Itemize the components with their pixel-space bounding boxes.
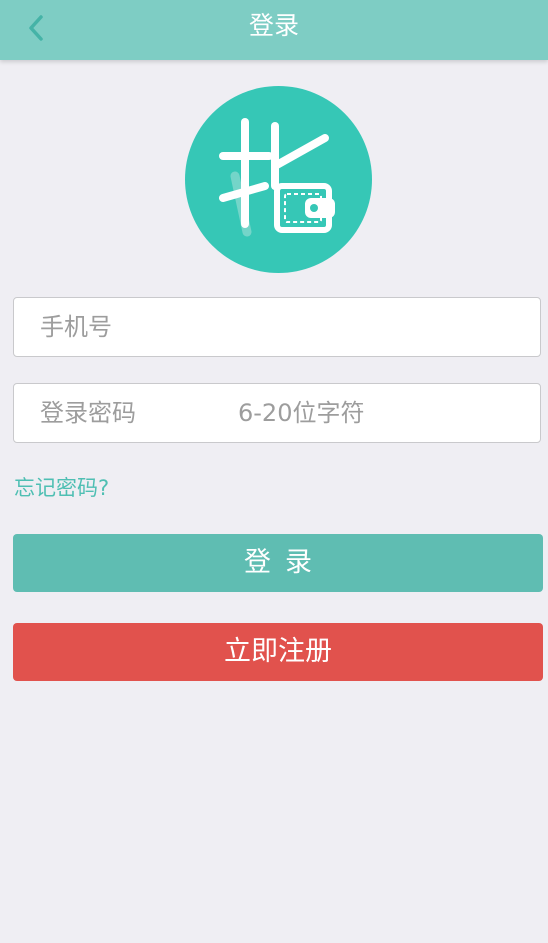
page-title: 登录 (248, 11, 299, 40)
login-button[interactable]: 登录 (13, 534, 543, 592)
forgot-password-link[interactable]: 忘记密码? (14, 472, 109, 502)
phone-field[interactable] (13, 297, 541, 357)
password-input[interactable] (238, 384, 528, 442)
top-bar: 登录 (0, 0, 548, 60)
phone-input[interactable] (40, 298, 530, 356)
password-field[interactable]: 登录密码 (13, 383, 541, 443)
password-label: 登录密码 (40, 399, 136, 427)
register-button[interactable]: 立即注册 (13, 623, 543, 681)
app-logo (185, 86, 372, 273)
